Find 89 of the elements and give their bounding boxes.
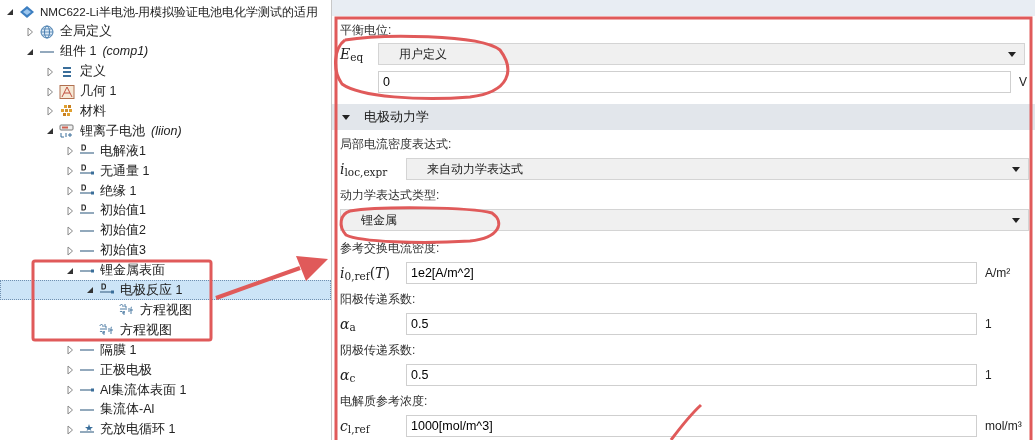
unit-label: V [1018,74,1025,91]
expand-icon[interactable] [65,384,75,395]
equation-icon [119,303,135,318]
field-label: 动力学表达式类型: [340,187,441,203]
unit-label: A/m² [984,265,1012,282]
expand-icon[interactable] [45,106,55,117]
tree-item[interactable]: 组件 1 (comp1) [0,41,331,62]
input-field[interactable]: 0 [378,71,1011,93]
tree-item[interactable]: 材料 [0,101,331,122]
item-label: 锂离子电池 [80,122,145,140]
tree-item[interactable]: 方程视图 [0,300,331,321]
expand-icon[interactable] [65,245,75,256]
tree-item[interactable]: 隔膜 1 [0,340,331,361]
expand-icon[interactable] [65,185,75,196]
input-field[interactable]: 1000[mol/m^3] [406,415,977,437]
tree-item[interactable]: 锂金属表面 [0,260,331,281]
symbol-label: α$_{a}$ [340,314,357,335]
expand-icon[interactable] [65,424,75,435]
tree-item[interactable]: NMC622-Li半电池-用模拟验证电池电化学测试的适用 [0,2,331,22]
collapse-icon[interactable] [85,285,95,296]
caret-icon [1008,51,1016,57]
tree-item[interactable]: 方程视图 [0,320,331,341]
expand-icon[interactable] [45,86,55,97]
field-label: 阳极传递系数: [340,291,417,307]
default-boundary-icon [79,183,95,198]
unit-label: 1 [984,367,993,384]
caret-icon [1012,166,1020,172]
caret-icon [1012,217,1020,223]
symbol-label: i$_{0,ref}$(T) [340,263,391,284]
symbol-label: α$_{c}$ [340,365,357,386]
tree-item[interactable]: 定义 [0,61,331,82]
unit-label: 1 [984,316,993,333]
tree-item[interactable]: 锂离子电池 (liion) [0,121,331,142]
line-icon [39,50,55,53]
battery-icon [59,124,75,139]
tree-item[interactable]: 初始值3 [0,240,331,261]
expand-icon[interactable] [65,146,75,157]
tree-item[interactable]: 几何 1 [0,81,331,102]
dropdown[interactable]: 锂金属 [340,209,1029,231]
unit-label: mol/m³ [984,418,1023,435]
input-field[interactable]: 0.5 [406,364,977,386]
dropdown[interactable]: 用户定义 [378,43,1025,65]
item-tag: (comp1) [102,42,149,62]
tree-item[interactable]: 集流体-Al [0,399,331,420]
field-label: 电解质参考浓度: [340,393,429,409]
symbol-label: c$_{l,ref}$ [340,416,372,437]
geometry-icon [59,84,75,99]
line-icon [79,349,95,352]
tree-item[interactable]: 正极电极 [0,360,331,380]
section-title: 电极动力学 [364,108,429,127]
tree-item[interactable]: 初始值2 [0,220,331,241]
expand-icon[interactable] [65,345,75,356]
expand-icon[interactable] [65,205,75,216]
line-icon [79,249,95,252]
section-header[interactable]: 电极动力学 [332,104,1035,130]
tree-item[interactable]: 全局定义 [0,21,331,42]
caret-icon [342,114,350,120]
tree-item[interactable]: 绝缘 1 [0,181,331,201]
symbol-label: E$_{eq}$ [340,44,365,65]
line-icon [79,229,95,232]
tree-item[interactable]: 无通量 1 [0,161,331,181]
input-field[interactable]: 1e2[A/m^2] [406,262,977,284]
collapse-icon[interactable] [45,126,55,137]
field-label: 平衡电位: [340,22,393,38]
item-label: 组件 1 [60,43,97,61]
equation-icon [99,323,115,338]
annotation-stroke [669,403,703,440]
grid-icon [59,104,75,119]
tree-item[interactable]: 电解液1 [0,141,331,162]
dropdown[interactable]: 来自动力学表达式 [406,158,1029,180]
field-label: 阴极传递系数: [340,342,417,358]
expand-icon[interactable] [65,364,75,375]
item-tag: (liion) [151,121,182,141]
expand-icon[interactable] [65,225,75,236]
tree-item[interactable]: 电极反应 1 [0,280,331,301]
expand-icon[interactable] [65,166,75,177]
expand-icon[interactable] [25,26,35,37]
symbol-label: i$_{loc,expr}$ [340,159,389,180]
line-icon [79,368,95,371]
input-field[interactable]: 0.5 [406,313,977,335]
diamond-icon [19,4,35,19]
expand-icon[interactable] [65,404,75,415]
tree-item[interactable]: 初始值1 [0,200,331,221]
expand-icon[interactable] [45,66,55,77]
field-label: 局部电流密度表达式: [340,136,453,152]
globe-icon [39,24,55,39]
tree-item[interactable]: 充放电循环 1 [0,419,331,440]
line-icon [79,408,95,411]
tree-item[interactable]: Al集流体表面 1 [0,379,331,400]
